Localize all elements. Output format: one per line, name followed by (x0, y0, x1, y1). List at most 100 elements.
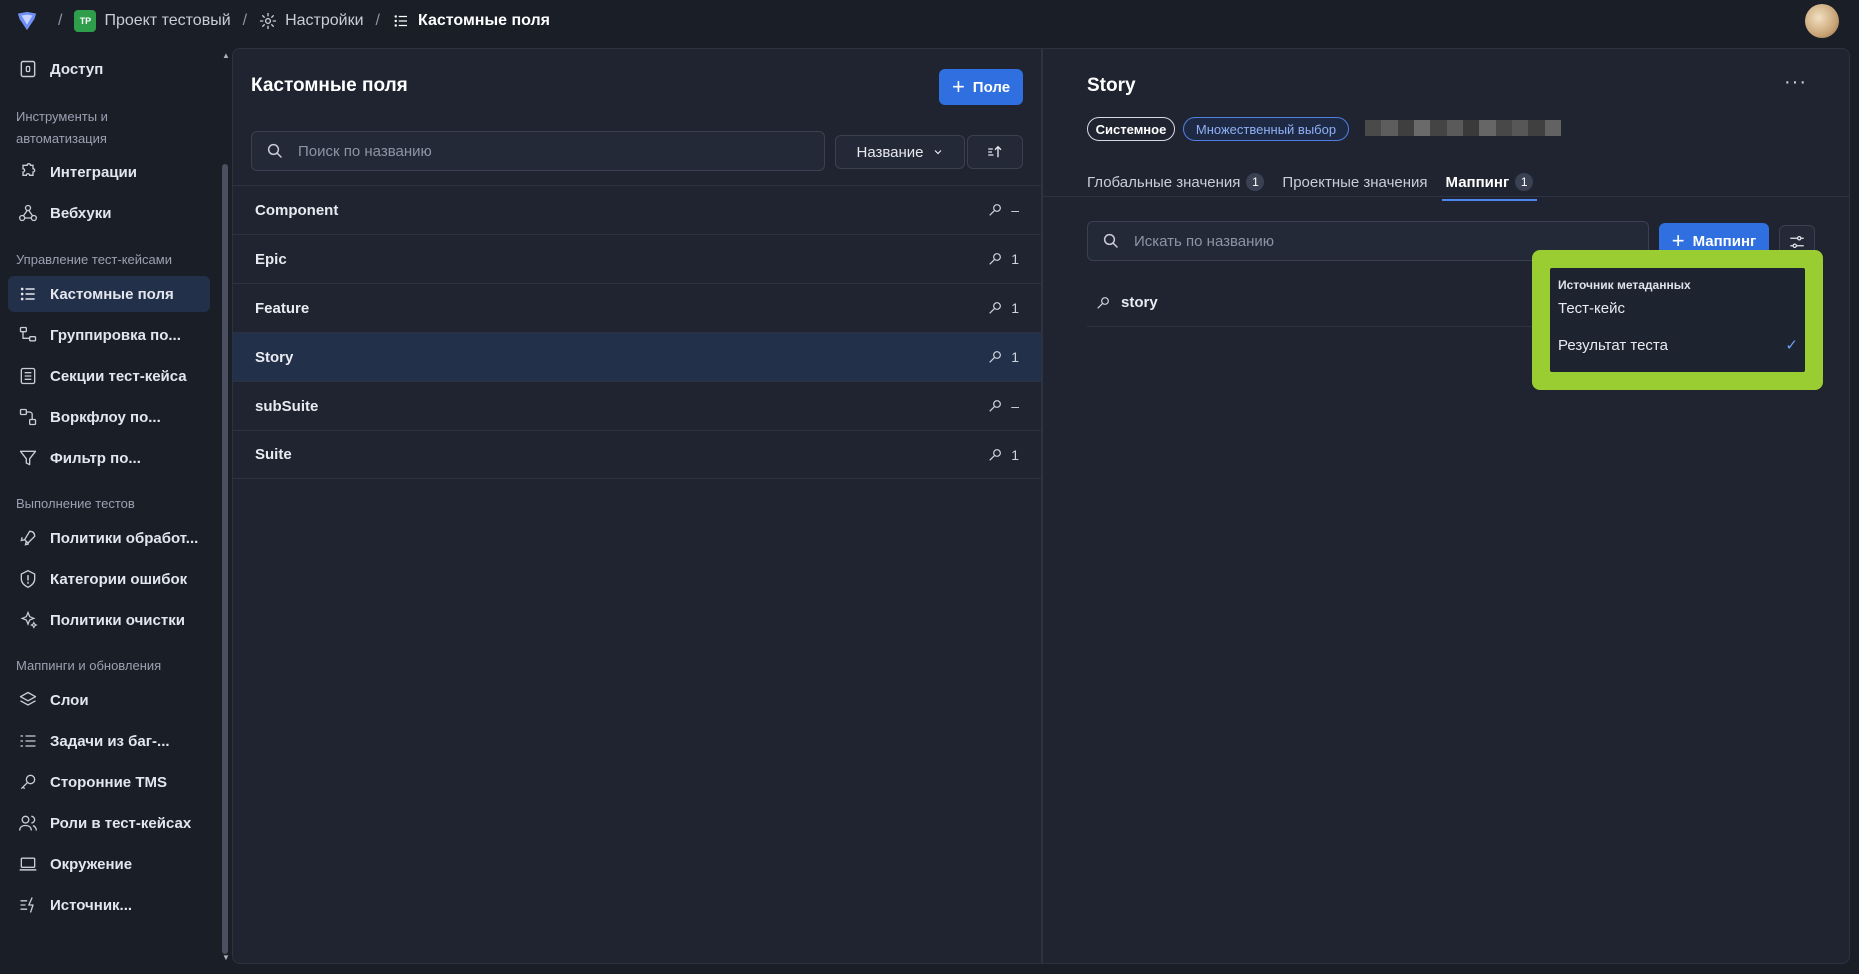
field-details-panel: Story ··· Системное Множественный выбор … (1042, 48, 1850, 964)
tab-mapping[interactable]: Маппинг 1 (1441, 167, 1537, 201)
app-logo-icon[interactable] (16, 10, 38, 32)
table-row[interactable]: Epic 1 (233, 234, 1041, 283)
lock-icon (20, 60, 36, 78)
sort-select[interactable]: Название (835, 135, 965, 169)
plus-icon: + (1671, 228, 1685, 253)
sparkle-icon (20, 610, 38, 629)
workflow-icon (19, 408, 37, 426)
sort-direction-button[interactable] (967, 135, 1023, 169)
key-icon (989, 448, 1002, 461)
list-icon (394, 15, 407, 27)
table-row[interactable]: Component – (233, 185, 1041, 234)
gear-icon (259, 12, 277, 30)
sort-ascending-icon (988, 145, 1002, 158)
search-icon (267, 143, 282, 158)
scroll-up-icon[interactable]: ▲ (222, 52, 230, 60)
sidebar-item-layers[interactable]: Слои (8, 682, 210, 718)
sidebar-item-error-categories[interactable]: Категории ошибок (8, 561, 210, 597)
table-row[interactable]: Feature 1 (233, 283, 1041, 332)
sidebar-item-source[interactable]: Источник... (8, 887, 210, 923)
table-row[interactable]: subSuite – (233, 381, 1041, 430)
menu-item-test-case[interactable]: Тест-кейс (1558, 300, 1798, 317)
sidebar-item-webhooks[interactable]: Вебхуки (8, 195, 210, 231)
system-tag: Системное (1087, 117, 1175, 141)
puzzle-icon (22, 163, 36, 176)
menu-item-test-result[interactable]: Результат теста ✓ (1558, 336, 1798, 355)
layers-icon (19, 691, 37, 706)
table-row[interactable]: Suite 1 (233, 430, 1041, 479)
custom-fields-panel: Кастомные поля + Поле Название Component… (232, 48, 1042, 964)
sidebar-item-sections[interactable]: Секции тест-кейса (8, 358, 210, 394)
avatar[interactable] (1805, 4, 1839, 38)
redacted-block (1365, 120, 1561, 136)
plus-icon: + (951, 74, 965, 99)
count-badge: 1 (1246, 173, 1265, 191)
chevron-down-icon (934, 150, 941, 155)
dropdown-header: Источник метаданных (1558, 278, 1691, 292)
sidebar-item-integrations[interactable]: Интеграции (8, 154, 210, 190)
check-icon: ✓ (1785, 337, 1798, 354)
sidebar-section-title: Выполнение тестов (16, 496, 135, 511)
tabs: Глобальные значения 1 Проектные значения… (1087, 167, 1551, 201)
sidebar-item-cleanup-policies[interactable]: Политики очистки (8, 602, 210, 638)
source-icon (20, 897, 34, 913)
scrollbar-thumb[interactable] (222, 164, 228, 954)
search-icon (1103, 233, 1118, 248)
count-badge: 1 (1515, 173, 1534, 191)
key-icon (20, 774, 36, 790)
key-icon (989, 400, 1002, 412)
alert-icon (20, 569, 36, 589)
tasks-icon (20, 735, 36, 747)
sidebar-item-filter[interactable]: Фильтр по... (8, 440, 210, 476)
key-icon (989, 253, 1002, 265)
scroll-down-icon[interactable]: ▼ (222, 954, 230, 962)
page-title: Кастомные поля (251, 75, 408, 96)
sidebar-item-workflow[interactable]: Воркфлоу по... (8, 399, 210, 435)
sidebar-scrollbar[interactable]: ▲ ▼ (222, 52, 230, 962)
top-bar: / TP Проект тестовый / Настройки / Касто… (0, 0, 1859, 42)
add-field-button[interactable]: + Поле (939, 69, 1023, 105)
multiselect-tag: Множественный выбор (1183, 117, 1349, 141)
key-icon (989, 351, 1002, 363)
breadcrumb-current: Кастомные поля (392, 12, 550, 30)
users-icon (19, 815, 37, 831)
laptop-icon (19, 857, 37, 871)
breadcrumb-settings[interactable]: Настройки (259, 12, 364, 30)
search-input[interactable] (296, 141, 747, 161)
document-icon (20, 367, 36, 385)
sidebar-item-external-tms[interactable]: Сторонние TMS (8, 764, 210, 800)
metadata-source-dropdown: Источник метаданных Тест-кейс Результат … (1532, 250, 1823, 390)
table-row-selected[interactable]: Story 1 (233, 332, 1041, 381)
webhook-icon (19, 204, 37, 222)
sidebar-section-title: Маппинги и обновления (16, 658, 162, 673)
project-badge-icon: TP (74, 10, 97, 32)
search-input[interactable] (1132, 231, 1573, 251)
field-title: Story (1087, 75, 1136, 96)
sliders-icon (1790, 236, 1804, 249)
fields-search[interactable] (251, 131, 825, 171)
tabs-divider (1043, 196, 1849, 197)
tab-project-values[interactable]: Проектные значения (1282, 167, 1427, 197)
rocket-icon (20, 530, 36, 546)
dropdown-menu: Источник метаданных Тест-кейс Результат … (1550, 268, 1805, 372)
list-icon (20, 287, 35, 301)
sidebar-item-access[interactable]: Доступ (8, 51, 210, 87)
key-icon (989, 302, 1002, 314)
sidebar-item-environment[interactable]: Окружение (8, 846, 210, 882)
more-options-icon[interactable]: ··· (1784, 71, 1807, 94)
tree-icon (19, 326, 37, 342)
breadcrumb-project[interactable]: TP Проект тестовый (74, 10, 231, 32)
sidebar: Доступ Инструменты и автоматизация Интег… (0, 48, 222, 974)
sidebar-item-roles[interactable]: Роли в тест-кейсах (8, 805, 210, 841)
breadcrumb: / TP Проект тестовый / Настройки / Касто… (46, 0, 550, 42)
sidebar-section-title: Инструменты и автоматизация (16, 109, 108, 146)
sidebar-item-custom-fields[interactable]: Кастомные поля (8, 276, 210, 312)
sidebar-item-processing-policies[interactable]: Политики обработ... (8, 520, 210, 556)
sidebar-item-grouping[interactable]: Группировка по... (8, 317, 210, 353)
filter-icon (19, 450, 37, 466)
tab-global-values[interactable]: Глобальные значения 1 (1087, 167, 1265, 197)
sidebar-item-bug-tasks[interactable]: Задачи из баг-... (8, 723, 210, 759)
key-icon (1097, 296, 1109, 309)
key-icon (989, 204, 1002, 216)
sidebar-section-title: Управление тест-кейсами (16, 252, 172, 267)
